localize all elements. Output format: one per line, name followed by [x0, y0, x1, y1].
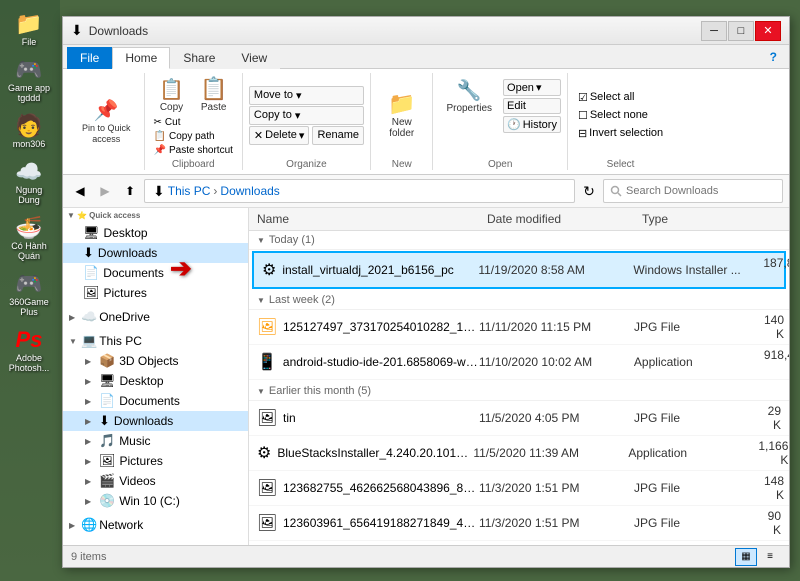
address-path: ⬇ This PC › Downloads [144, 179, 575, 203]
back-button[interactable]: ◀ [69, 180, 91, 202]
column-headers: Name Date modified Type Size [249, 208, 789, 231]
file-row-123603[interactable]: 🖼 123603961_656419188271849_4098198623..… [249, 506, 789, 541]
file-row-install-vdj[interactable]: ⚙ install_virtualdj_2021_b6156_pc 11/19/… [252, 251, 786, 289]
desktop-icon-game[interactable]: 🎮 Game apptgddd [3, 54, 55, 106]
view-icons: ▦ ≡ [735, 548, 781, 566]
file-row-123682[interactable]: 🖼 123682755_462662568043896_8773039184..… [249, 471, 789, 506]
explorer-window: ⬇ Downloads ─ □ ✕ File Home Share View ?… [62, 16, 790, 568]
forward-button[interactable]: ▶ [94, 180, 116, 202]
pin-button[interactable]: 📌 Pin to Quickaccess [75, 73, 138, 170]
sidebar-music[interactable]: ▶ 🎵Music [63, 431, 248, 451]
desktop-icon-mon306[interactable]: 🧑 mon306 [3, 110, 55, 152]
refresh-button[interactable]: ↻ [578, 180, 600, 202]
path-downloads[interactable]: Downloads [220, 184, 279, 198]
ribbon-group-pin: 📌 Pin to Quickaccess [69, 73, 145, 170]
sidebar-downloads[interactable]: ▶ ⬇Downloads [63, 411, 248, 431]
sidebar-item-documents-qa[interactable]: 📄Documents [63, 263, 248, 283]
sidebar-item-downloads-qa[interactable]: ⬇Downloads [63, 243, 248, 263]
tab-view[interactable]: View [228, 47, 280, 69]
tab-home[interactable]: Home [112, 47, 170, 69]
address-bar: ◀ ▶ ⬆ ⬇ This PC › Downloads ↻ [63, 175, 789, 208]
select-none-button[interactable]: ☐Select none [574, 107, 667, 124]
open-label: Open [488, 159, 512, 170]
ribbon-group-select: ☑Select all ☐Select none ⊟Invert selecti… [568, 73, 673, 170]
clipboard-label: Clipboard [172, 159, 215, 170]
edit-btn[interactable]: Edit [503, 98, 561, 114]
file-row-bluestacks[interactable]: ⚙ BlueStacksInstaller_4.240.20.1016_nati… [249, 436, 789, 471]
move-to-button[interactable]: Move to▾ [249, 86, 364, 105]
window-title: Downloads [89, 24, 701, 38]
view-grid-button[interactable]: ▦ [735, 548, 757, 566]
delete-button[interactable]: ✕ Delete▾ [249, 126, 310, 145]
group-last-week: ▼ Last week (2) [249, 291, 789, 310]
group-today: ▼ Today (1) [249, 231, 789, 250]
copy-to-button[interactable]: Copy to▾ [249, 106, 364, 125]
ribbon-group-open: 🔧 Properties Open▾ Edit 🕐History Open [433, 73, 568, 170]
file-row-tin[interactable]: 🖼 tin 11/5/2020 4:05 PM JPG File 29 K [249, 401, 789, 436]
rename-button[interactable]: Rename [312, 126, 364, 145]
tab-share[interactable]: Share [170, 47, 228, 69]
history-btn[interactable]: 🕐History [503, 116, 561, 133]
title-bar: ⬇ Downloads ─ □ ✕ [63, 17, 789, 45]
select-all-button[interactable]: ☑Select all [574, 89, 667, 106]
status-bar: 9 items ▦ ≡ [63, 545, 789, 567]
sidebar-videos[interactable]: ▶ 🎬Videos [63, 471, 248, 491]
sidebar-win10[interactable]: ▶ 💿Win 10 (C:) [63, 491, 248, 511]
desktop-icon-cloud[interactable]: ☁️ NgungDung [3, 156, 55, 208]
cut-button[interactable]: ✂Cut [151, 116, 184, 129]
new-folder-button[interactable]: 📁 Newfolder [379, 73, 424, 157]
desktop-icon-food[interactable]: 🍜 Có HànhQuán [3, 212, 55, 264]
items-count: 9 items [71, 551, 106, 563]
paste-shortcut-button[interactable]: 📌Paste shortcut [151, 144, 236, 157]
view-list-button[interactable]: ≡ [759, 548, 781, 566]
desktop-icon-file[interactable]: 📁 File [3, 8, 55, 50]
file-list: Name Date modified Type Size ▼ Today (1)… [249, 208, 789, 545]
ribbon-group-new: 📁 Newfolder New [371, 73, 433, 170]
sidebar-documents[interactable]: ▶ 📄Documents [63, 391, 248, 411]
open-btn[interactable]: Open▾ [503, 79, 561, 96]
ribbon-tabs: File Home Share View ? [63, 45, 789, 69]
search-input[interactable] [603, 179, 783, 203]
file-row-125127[interactable]: 🖼 125127497_373170254010282_1649154498..… [249, 310, 789, 345]
path-this-pc[interactable]: This PC [168, 184, 211, 198]
new-label: New [392, 159, 412, 170]
file-row-android-studio[interactable]: 📱 android-studio-ide-201.6858069-windows… [249, 345, 789, 380]
desktop-icon-adobe[interactable]: Ps AdobePhotosh... [3, 324, 55, 376]
desktop-icon-360game[interactable]: 🎮 360GamePlus [3, 268, 55, 320]
minimize-button[interactable]: ─ [701, 21, 727, 41]
sidebar-item-desktop[interactable]: 🖥Desktop [63, 223, 248, 243]
ribbon-group-clipboard: 📋 Copy 📋 Paste ✂Cut 📋Copy path 📌Paste sh… [145, 73, 243, 170]
ribbon-content: 📌 Pin to Quickaccess 📋 Copy 📋 Paste ✂Cut… [63, 69, 789, 175]
copy-button[interactable]: 📋 Copy [152, 74, 191, 116]
sidebar-quick-access[interactable]: ▼ ⭐ Quick access [63, 208, 248, 223]
file-row-123610[interactable]: 🖼 123610397_759197931327034_1957915148..… [249, 541, 789, 545]
window-icon: ⬇ [71, 22, 83, 39]
help-icon[interactable]: ? [762, 47, 785, 68]
tab-file[interactable]: File [67, 47, 112, 69]
maximize-button[interactable]: □ [728, 21, 754, 41]
ribbon-group-organize: Move to▾ Copy to▾ ✕ Delete▾ Rename Organ… [243, 73, 371, 170]
desktop-icons: 📁 File 🎮 Game apptgddd 🧑 mon306 ☁️ Ngung… [0, 0, 58, 581]
up-button[interactable]: ⬆ [119, 180, 141, 202]
sidebar-item-pictures-qa[interactable]: 🖼Pictures [63, 283, 248, 303]
close-button[interactable]: ✕ [755, 21, 781, 41]
sidebar-onedrive[interactable]: ▶ ☁️OneDrive [63, 307, 248, 327]
sidebar-3d-objects[interactable]: ▶ 📦3D Objects [63, 351, 248, 371]
sidebar-desktop[interactable]: ▶ 🖥Desktop [63, 371, 248, 391]
invert-selection-button[interactable]: ⊟Invert selection [574, 125, 667, 142]
red-arrow: ➔ [170, 253, 192, 284]
group-earlier-month: ▼ Earlier this month (5) [249, 382, 789, 401]
sidebar-network[interactable]: ▶ 🌐Network [63, 515, 248, 535]
paste-button[interactable]: 📋 Paste [193, 73, 234, 116]
copy-path-button[interactable]: 📋Copy path [151, 130, 218, 143]
sidebar: ▼ ⭐ Quick access 🖥Desktop ⬇Downloads 📄Do… [63, 208, 249, 545]
sidebar-pictures[interactable]: ▶ 🖼Pictures [63, 451, 248, 471]
select-label: Select [607, 159, 635, 170]
window-controls: ─ □ ✕ [701, 21, 781, 41]
organize-label: Organize [286, 159, 327, 170]
sidebar-this-pc[interactable]: ▼ 💻This PC [63, 331, 248, 351]
properties-button[interactable]: 🔧 Properties [439, 75, 499, 117]
